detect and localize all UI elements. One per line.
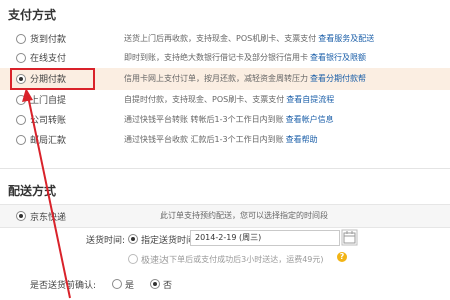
- annotation-arrow: [22, 88, 71, 299]
